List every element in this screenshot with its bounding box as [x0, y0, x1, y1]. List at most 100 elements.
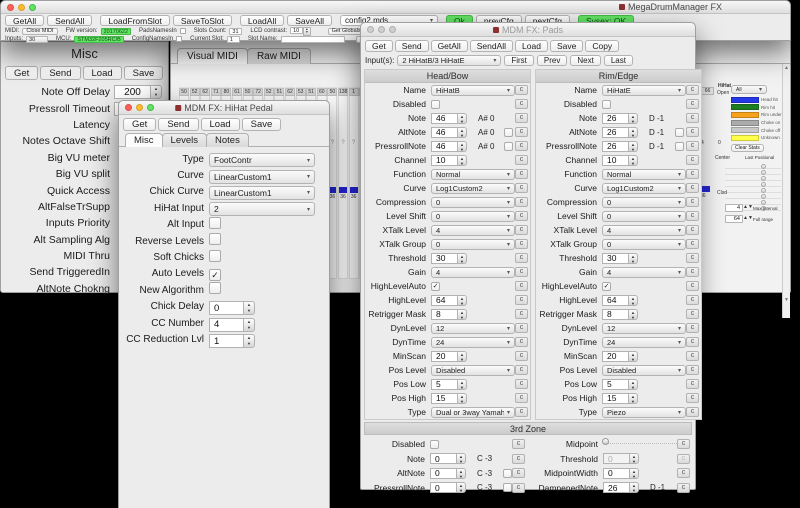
head-bow-threshold-spinner-value[interactable]: 30 [431, 253, 457, 264]
rim-edge-pos-high-spinner[interactable]: 15▲▼ [602, 393, 638, 404]
rim-edge-threshold-spinner-stepper[interactable]: ▲▼ [628, 253, 638, 264]
head-bow-highlevel-spinner[interactable]: 64▲▼ [431, 295, 467, 306]
slots-count-value[interactable]: 31 [229, 28, 242, 35]
head-bow-pos-high-spinner-stepper[interactable]: ▲▼ [457, 393, 467, 404]
rim-edge-threshold-spinner-value[interactable]: 30 [602, 253, 628, 264]
stepper-down-icon[interactable]: ▼ [458, 161, 466, 166]
stepper-down-icon[interactable]: ▼ [458, 385, 466, 390]
clear-button[interactable]: c [686, 365, 699, 375]
misc-note-off-delay-spinner-stepper[interactable]: ▲▼ [150, 85, 162, 99]
clear-button[interactable]: c [515, 323, 528, 333]
rim-edge-pos-low-spinner-value[interactable]: 5 [602, 379, 628, 390]
head-bow-pos-low-spinner[interactable]: 5▲▼ [431, 379, 467, 390]
minimize-button[interactable] [18, 4, 25, 11]
clear-button[interactable]: c [677, 454, 690, 464]
head-bow-disabled-checkbox[interactable] [431, 100, 440, 109]
load-from-slot-button[interactable]: LoadFromSlot [100, 15, 169, 26]
third-zone-note-spinner-value[interactable]: 0 [430, 453, 456, 464]
clear-button[interactable]: c [686, 295, 699, 305]
loadall-button[interactable]: LoadAll [240, 15, 284, 26]
rim-edge-pos-low-spinner[interactable]: 5▲▼ [602, 379, 638, 390]
rim-edge-channel-spinner[interactable]: 10▲▼ [602, 155, 638, 166]
clear-button[interactable]: c [686, 225, 699, 235]
scroll-up-icon[interactable]: ▲ [783, 64, 790, 72]
current-slot-value[interactable]: 1 [227, 36, 240, 43]
save-button[interactable]: Save [124, 66, 164, 80]
head-bow-gain-select[interactable]: 4▾ [431, 267, 515, 278]
clear-button[interactable]: c [686, 197, 699, 207]
stepper-down-icon[interactable]: ▼ [629, 385, 637, 390]
full-range-spinner[interactable]: 64 ▲▼ [725, 215, 753, 223]
zoom-button[interactable] [147, 104, 154, 111]
bar-count-select[interactable]: All ▾ [731, 85, 767, 94]
clear-button[interactable]: c [686, 393, 699, 403]
head-bow-pressrollnote-spinner-stepper[interactable]: ▲▼ [457, 141, 467, 152]
stepper-down-icon[interactable]: ▼ [629, 399, 637, 404]
stepper-down-icon[interactable]: ▼ [458, 259, 466, 264]
stepper-down-icon[interactable]: ▼ [629, 357, 637, 362]
clear-button[interactable]: c [686, 85, 699, 95]
pads-names-in-checkbox[interactable] [180, 28, 186, 34]
get-button[interactable]: Get [365, 40, 393, 52]
rim-edge-note-spinner[interactable]: 26▲▼ [602, 113, 638, 124]
third-zone-threshold-spinner-stepper[interactable]: ▲▼ [629, 453, 639, 464]
misc-note-off-delay-spinner[interactable]: 200▲▼ [114, 85, 162, 99]
main-titlebar[interactable]: MegaDrumManager FX [1, 1, 790, 14]
rim-edge-retrigger-mask-spinner-stepper[interactable]: ▲▼ [628, 309, 638, 320]
rim-edge-pos-low-spinner-stepper[interactable]: ▲▼ [628, 379, 638, 390]
third-zone-dampenednote-spinner[interactable]: 26▲▼ [603, 482, 639, 493]
rim-edge-altnote-spinner-stepper[interactable]: ▲▼ [628, 127, 638, 138]
third-zone-pressrollnote-spinner-stepper[interactable]: ▲▼ [456, 482, 466, 493]
save-button[interactable]: Save [550, 40, 583, 52]
stepper-down-icon[interactable]: ▼ [244, 341, 254, 347]
stepper-down-icon[interactable]: ▼ [630, 459, 638, 464]
clear-button[interactable]: c [686, 253, 699, 263]
rim-edge-disabled-checkbox[interactable] [602, 100, 611, 109]
clear-button[interactable]: c [515, 309, 528, 319]
load-button[interactable]: Load [201, 118, 240, 131]
third-zone-altnote-spinner-stepper[interactable]: ▲▼ [456, 468, 466, 479]
input-select[interactable]: 2 HiHatB/3 HiHatE ▾ [397, 55, 501, 66]
clear-button[interactable]: c [515, 155, 528, 165]
head-bow-pressrollnote-spinner-value[interactable]: 46 [431, 141, 457, 152]
clear-button[interactable]: c [515, 365, 528, 375]
zoom-button[interactable] [389, 26, 396, 33]
head-bow-altnote-spinner-stepper[interactable]: ▲▼ [457, 127, 467, 138]
head-bow-highlevel-spinner-stepper[interactable]: ▲▼ [457, 295, 467, 306]
head-bow-retrigger-mask-spinner[interactable]: 8▲▼ [431, 309, 467, 320]
hihat-auto-levels-checkbox[interactable]: ✓ [209, 269, 221, 281]
get-button[interactable]: Get [123, 118, 156, 131]
head-bow-minscan-spinner-stepper[interactable]: ▲▼ [457, 351, 467, 362]
clear-button[interactable]: c [512, 454, 525, 464]
clear-button[interactable]: c [515, 253, 528, 263]
clear-button[interactable]: c [515, 127, 528, 137]
head-bow-level-shift-select[interactable]: 0▾ [431, 211, 515, 222]
clear-button[interactable]: c [512, 468, 525, 478]
hihat-cc-reduction-lvl-spinner-value[interactable]: 1 [209, 334, 243, 348]
stepper-down-icon[interactable]: ▼ [458, 357, 466, 362]
third-zone-disabled-checkbox[interactable] [430, 440, 439, 449]
save-button[interactable]: Save [242, 118, 282, 131]
rim-edge-pressrollnote-spinner[interactable]: 26▲▼ [602, 141, 638, 152]
rim-edge-function-select[interactable]: Normal▾ [602, 169, 686, 180]
rim-edge-note-spinner-value[interactable]: 26 [602, 113, 628, 124]
head-bow-compression-select[interactable]: 0▾ [431, 197, 515, 208]
slot-name-input[interactable] [281, 36, 345, 43]
head-bow-name-select[interactable]: HiHatB▾ [431, 85, 515, 96]
hihat-chick-curve-select[interactable]: LinearCustom1▾ [209, 186, 315, 200]
head-bow-minscan-spinner-value[interactable]: 20 [431, 351, 457, 362]
rim-edge-pos-high-spinner-stepper[interactable]: ▲▼ [628, 393, 638, 404]
inputs-select[interactable]: 30 [26, 36, 48, 43]
clear-button[interactable]: c [515, 85, 528, 95]
head-bow-altnote-alt-checkbox[interactable] [504, 128, 513, 137]
rim-edge-pressrollnote-spinner-stepper[interactable]: ▲▼ [628, 141, 638, 152]
first-button[interactable]: First [504, 55, 534, 66]
tab-misc[interactable]: Misc [125, 133, 163, 147]
clear-button[interactable]: c [686, 309, 699, 319]
hihat-soft-chicks-checkbox[interactable] [209, 250, 221, 262]
next-button[interactable]: Next [570, 55, 600, 66]
third-zone-dampenednote-spinner-stepper[interactable]: ▲▼ [629, 482, 639, 493]
rim-edge-note-spinner-stepper[interactable]: ▲▼ [628, 113, 638, 124]
minimize-button[interactable] [136, 104, 143, 111]
stepper-down-icon[interactable]: ▼ [458, 147, 466, 152]
